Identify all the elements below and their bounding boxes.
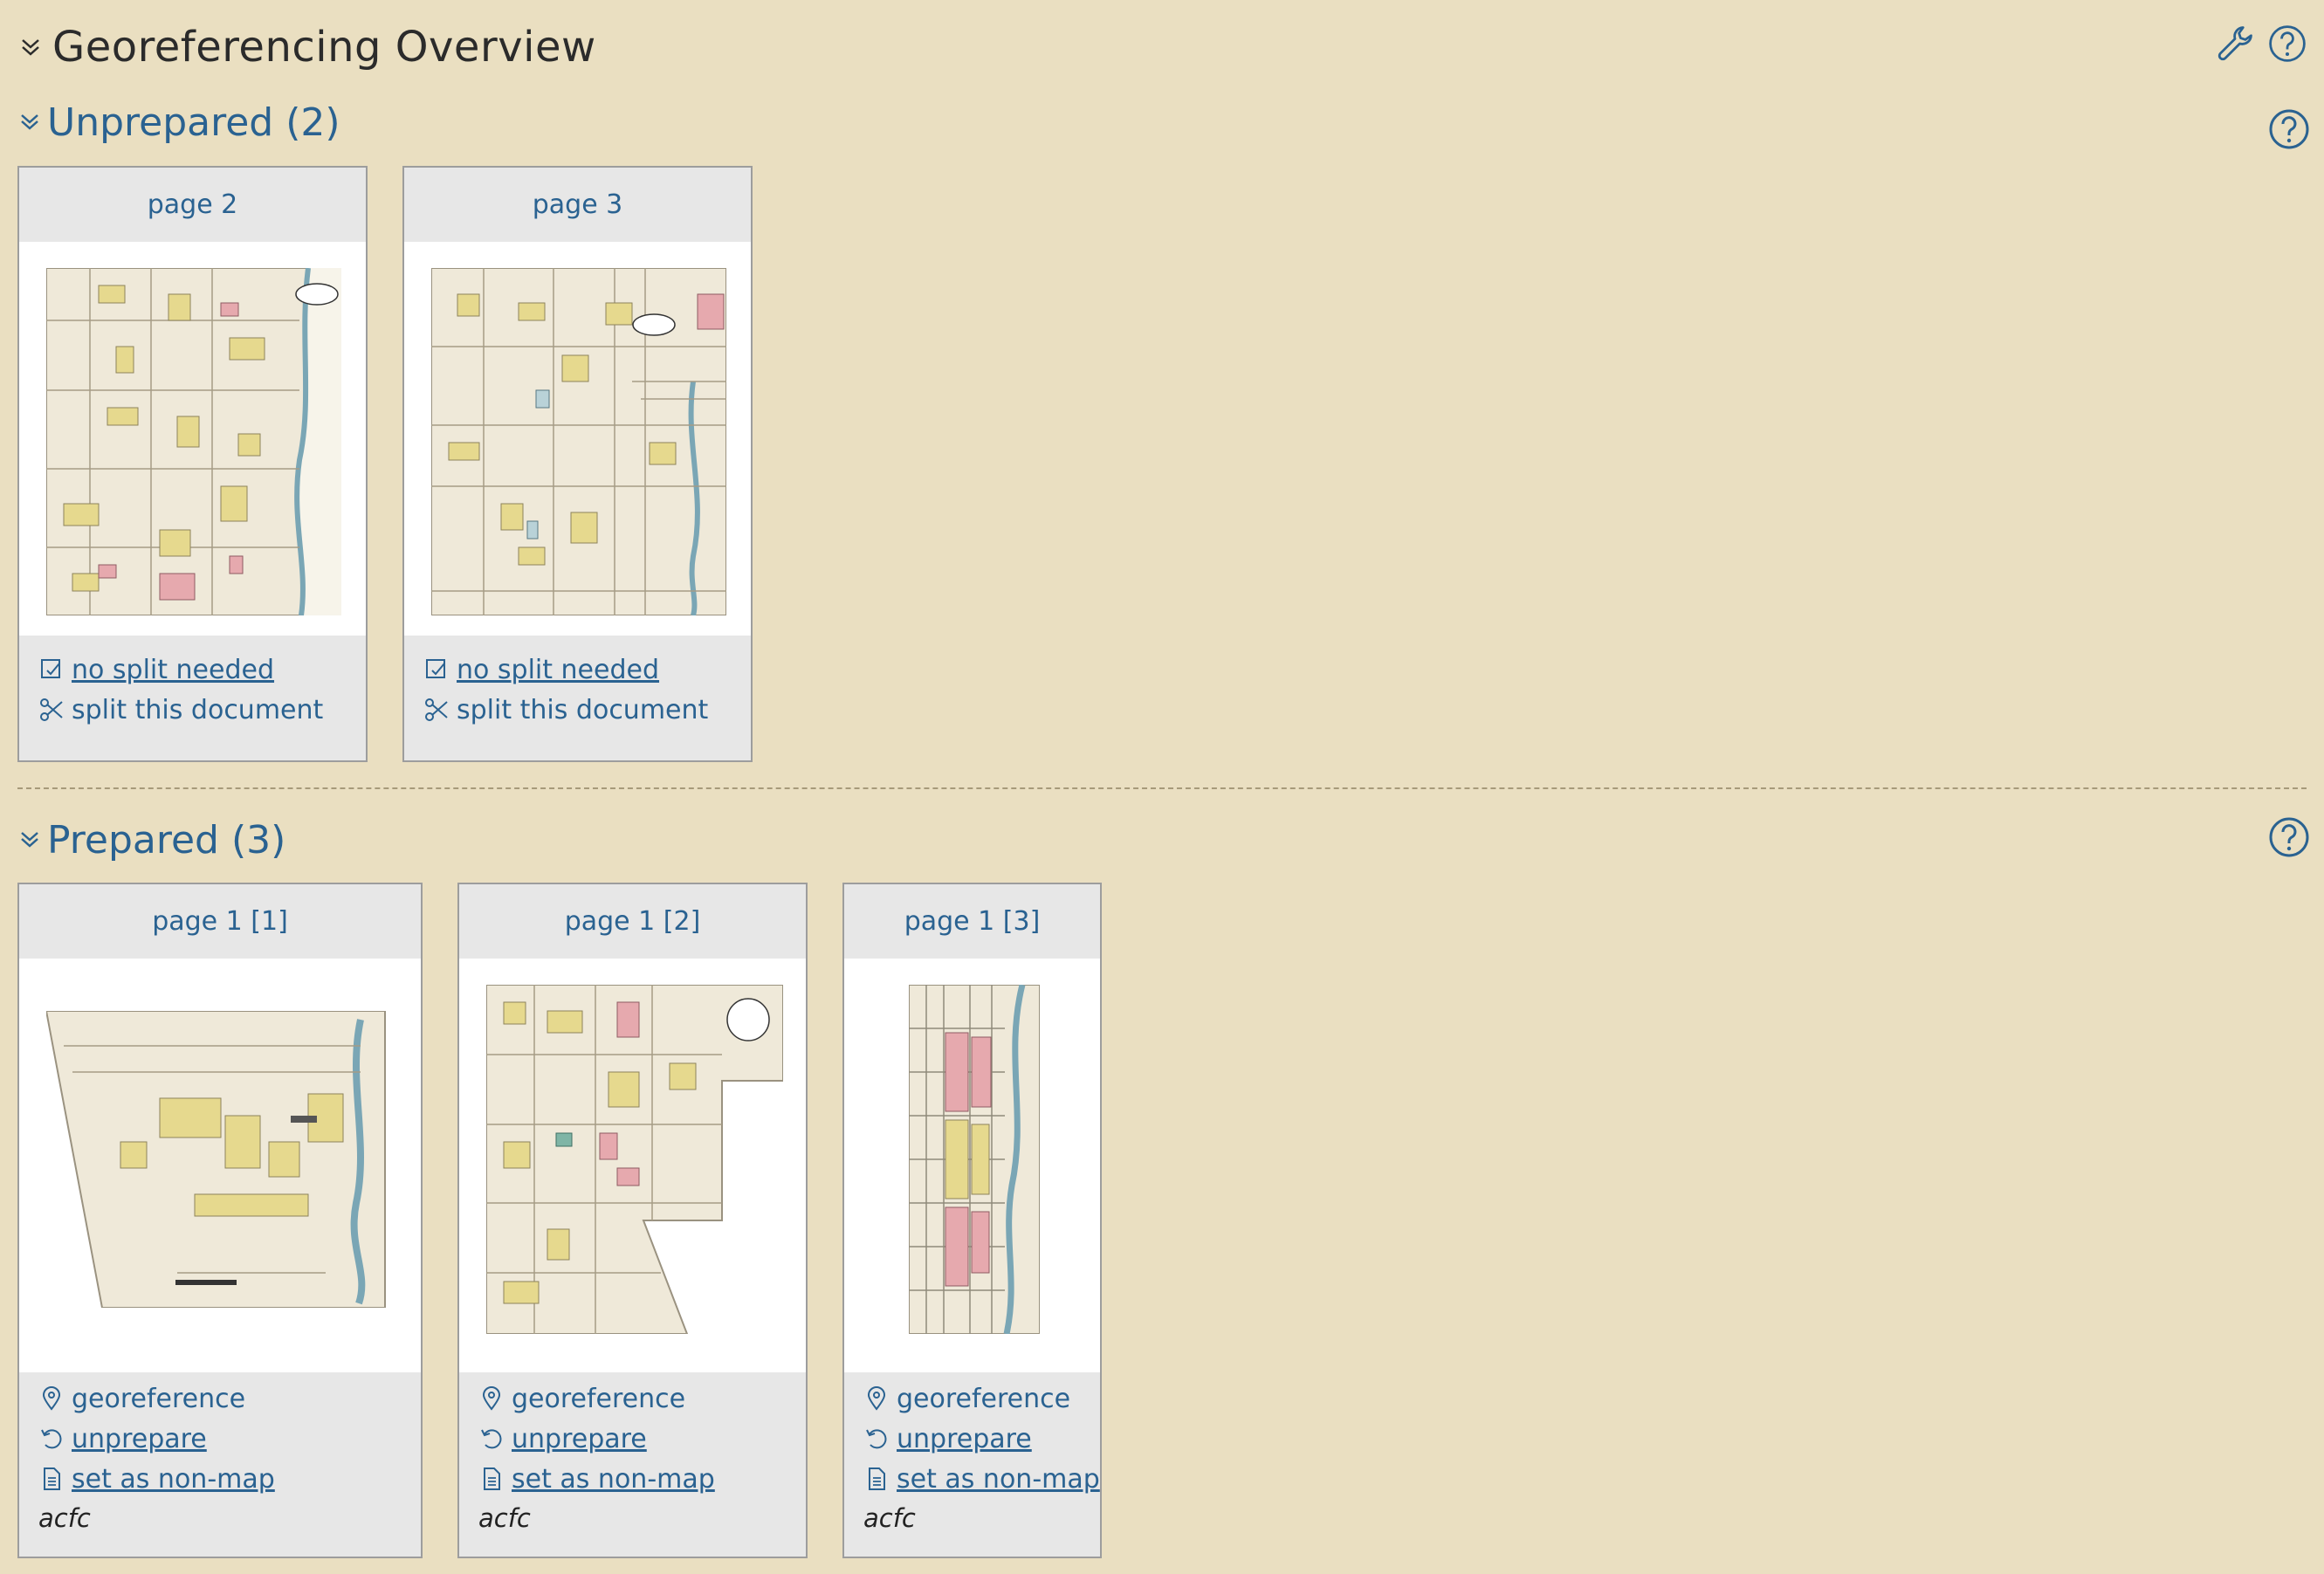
card-actions: no split needed split this document bbox=[38, 650, 361, 730]
help-icon[interactable] bbox=[2265, 21, 2310, 66]
map-pin-icon bbox=[863, 1385, 890, 1412]
section-unprepared-header[interactable]: Unprepared (2) bbox=[17, 96, 340, 148]
split-label[interactable]: split this document bbox=[457, 695, 708, 725]
map-thumbnail[interactable] bbox=[19, 959, 421, 1372]
unprepared-card: page 2 no split needed split this docume… bbox=[17, 166, 368, 762]
section-title-prepared: Prepared (3) bbox=[47, 817, 286, 863]
map-thumbnail[interactable] bbox=[459, 959, 806, 1372]
unprepare-link[interactable]: unprepare bbox=[478, 1419, 801, 1459]
card-label[interactable]: page 2 bbox=[19, 168, 366, 242]
chevron-double-down-icon[interactable] bbox=[17, 34, 44, 60]
document-icon bbox=[478, 1466, 505, 1492]
prepared-card: page 1 [2] georeference unprepare set as… bbox=[457, 883, 808, 1558]
section-prepared-header[interactable]: Prepared (3) bbox=[17, 814, 285, 866]
unprepare-label[interactable]: unprepare bbox=[897, 1424, 1032, 1454]
unprepare-link[interactable]: unprepare bbox=[38, 1419, 416, 1459]
card-actions: georeference unprepare set as non-map ac… bbox=[38, 1378, 416, 1537]
document-icon bbox=[38, 1466, 65, 1492]
georeference-label[interactable]: georeference bbox=[512, 1384, 685, 1414]
owner-label: acfc bbox=[38, 1503, 91, 1533]
no-split-link[interactable]: no split needed bbox=[38, 650, 361, 690]
checkbox-icon bbox=[423, 656, 450, 683]
card-actions: no split needed split this document bbox=[423, 650, 746, 730]
help-icon[interactable] bbox=[2266, 814, 2312, 860]
map-thumbnail[interactable] bbox=[19, 242, 366, 636]
undo-icon bbox=[863, 1426, 890, 1452]
split-document-link[interactable]: split this document bbox=[38, 690, 361, 730]
unprepare-label[interactable]: unprepare bbox=[72, 1424, 207, 1454]
section-divider bbox=[17, 787, 2307, 789]
georeference-link[interactable]: georeference bbox=[478, 1378, 801, 1419]
undo-icon bbox=[478, 1426, 505, 1452]
non-map-link[interactable]: set as non-map bbox=[478, 1459, 801, 1499]
split-label[interactable]: split this document bbox=[72, 695, 323, 725]
split-document-link[interactable]: split this document bbox=[423, 690, 746, 730]
card-label[interactable]: page 1 [3] bbox=[844, 884, 1100, 959]
card-actions: georeference unprepare set as non-map ac… bbox=[863, 1378, 1100, 1537]
georeference-label[interactable]: georeference bbox=[72, 1384, 245, 1414]
non-map-link[interactable]: set as non-map bbox=[38, 1459, 416, 1499]
card-actions: georeference unprepare set as non-map ac… bbox=[478, 1378, 801, 1537]
card-label[interactable]: page 1 [2] bbox=[459, 884, 806, 959]
unprepare-label[interactable]: unprepare bbox=[512, 1424, 647, 1454]
prepared-card: page 1 [3] georeference unprepare set as… bbox=[842, 883, 1102, 1558]
header-tools bbox=[2212, 21, 2310, 66]
non-map-label[interactable]: set as non-map bbox=[512, 1464, 715, 1495]
map-thumbnail[interactable] bbox=[844, 959, 1100, 1372]
scissors-icon bbox=[423, 697, 450, 723]
card-label[interactable]: page 1 [1] bbox=[19, 884, 421, 959]
owner-label: acfc bbox=[863, 1503, 916, 1533]
map-thumbnail[interactable] bbox=[404, 242, 751, 636]
unprepared-card: page 3 no split needed split this docume… bbox=[402, 166, 753, 762]
georeference-link[interactable]: georeference bbox=[863, 1378, 1095, 1419]
wrench-icon[interactable] bbox=[2212, 21, 2258, 66]
georeference-label[interactable]: georeference bbox=[897, 1384, 1070, 1414]
non-map-link[interactable]: set as non-map bbox=[863, 1459, 1100, 1499]
section-title-unprepared: Unprepared (2) bbox=[47, 100, 340, 145]
owner-label: acfc bbox=[478, 1503, 531, 1533]
georeference-link[interactable]: georeference bbox=[38, 1378, 416, 1419]
page-title: Georeferencing Overview bbox=[52, 23, 596, 72]
chevron-double-down-icon[interactable] bbox=[17, 828, 42, 852]
scissors-icon bbox=[38, 697, 65, 723]
help-icon[interactable] bbox=[2266, 107, 2312, 152]
no-split-label[interactable]: no split needed bbox=[72, 655, 274, 685]
unprepare-link[interactable]: unprepare bbox=[863, 1419, 1095, 1459]
chevron-double-down-icon[interactable] bbox=[17, 110, 42, 134]
prepared-card: page 1 [1] georeference unprepare set as… bbox=[17, 883, 423, 1558]
no-split-link[interactable]: no split needed bbox=[423, 650, 746, 690]
undo-icon bbox=[38, 1426, 65, 1452]
card-label[interactable]: page 3 bbox=[404, 168, 751, 242]
map-pin-icon bbox=[38, 1385, 65, 1412]
no-split-label[interactable]: no split needed bbox=[457, 655, 659, 685]
document-icon bbox=[863, 1466, 890, 1492]
page-header: Georeferencing Overview bbox=[17, 19, 596, 75]
non-map-label[interactable]: set as non-map bbox=[72, 1464, 275, 1495]
checkbox-icon bbox=[38, 656, 65, 683]
non-map-label[interactable]: set as non-map bbox=[897, 1464, 1100, 1495]
map-pin-icon bbox=[478, 1385, 505, 1412]
